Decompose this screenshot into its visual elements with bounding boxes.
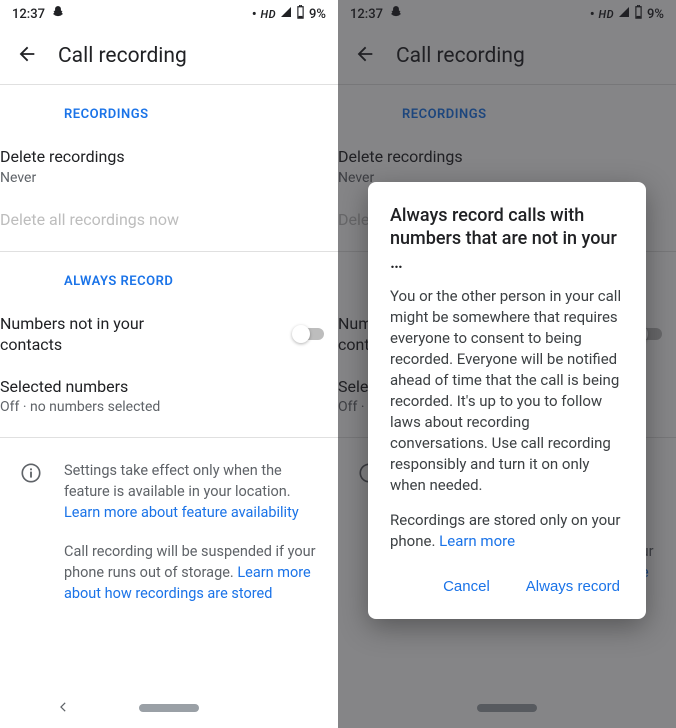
- nav-back-icon[interactable]: [56, 699, 70, 718]
- delete-recordings-setting[interactable]: Delete recordings Never: [0, 136, 338, 196]
- numbers-not-in-contacts-setting[interactable]: Numbers not in your contacts: [0, 303, 338, 366]
- numbers-not-in-contacts-switch[interactable]: [292, 324, 326, 344]
- selected-numbers-title: Selected numbers: [0, 376, 338, 398]
- numbers-not-in-contacts-label: Numbers not in your contacts: [0, 313, 190, 356]
- info1-text: Settings take effect only when the featu…: [64, 462, 291, 500]
- delete-recordings-title: Delete recordings: [0, 146, 338, 168]
- dialog-learn-more-link[interactable]: Learn more: [439, 532, 515, 550]
- hd-icon: HD: [261, 8, 277, 21]
- always-record-button[interactable]: Always record: [522, 572, 624, 601]
- delete-recordings-value: Never: [0, 170, 338, 186]
- dialog-title: Always record calls with numbers that ar…: [390, 204, 624, 274]
- battery-icon: [296, 5, 305, 23]
- selected-numbers-value: Off · no numbers selected: [0, 399, 338, 415]
- phone-left: 12:37 • HD 9% Call recording RECORDINGS …: [0, 0, 338, 728]
- status-time: 12:37: [12, 7, 45, 22]
- status-dot: •: [252, 7, 257, 22]
- status-bar: 12:37 • HD 9%: [0, 0, 338, 28]
- dialog-body-2: Recordings are stored only on your phone…: [390, 510, 624, 552]
- phone-right: 12:37 • HD 9% Call recording RECORDINGS …: [338, 0, 676, 728]
- learn-more-availability-link[interactable]: Learn more about feature availability: [64, 504, 299, 521]
- app-bar: Call recording: [0, 28, 338, 84]
- settings-content: RECORDINGS Delete recordings Never Delet…: [0, 85, 338, 688]
- info-block-1: Settings take effect only when the featu…: [0, 438, 338, 523]
- snapchat-icon: [51, 5, 65, 23]
- cancel-button[interactable]: Cancel: [439, 572, 494, 601]
- always-record-header: ALWAYS RECORD: [0, 252, 338, 303]
- delete-all-now: Delete all recordings now: [0, 196, 338, 251]
- always-record-dialog: Always record calls with numbers that ar…: [368, 182, 646, 619]
- back-icon[interactable]: [16, 43, 38, 69]
- page-title: Call recording: [58, 44, 187, 68]
- dialog-body-1: You or the other person in your call mig…: [390, 286, 624, 496]
- recordings-header: RECORDINGS: [0, 85, 338, 136]
- selected-numbers-setting[interactable]: Selected numbers Off · no numbers select…: [0, 366, 338, 438]
- nav-pill[interactable]: [139, 704, 199, 712]
- battery-pct: 9%: [309, 7, 326, 22]
- info-icon: [20, 460, 42, 523]
- signal-icon: [280, 6, 292, 22]
- nav-bar: [0, 688, 338, 728]
